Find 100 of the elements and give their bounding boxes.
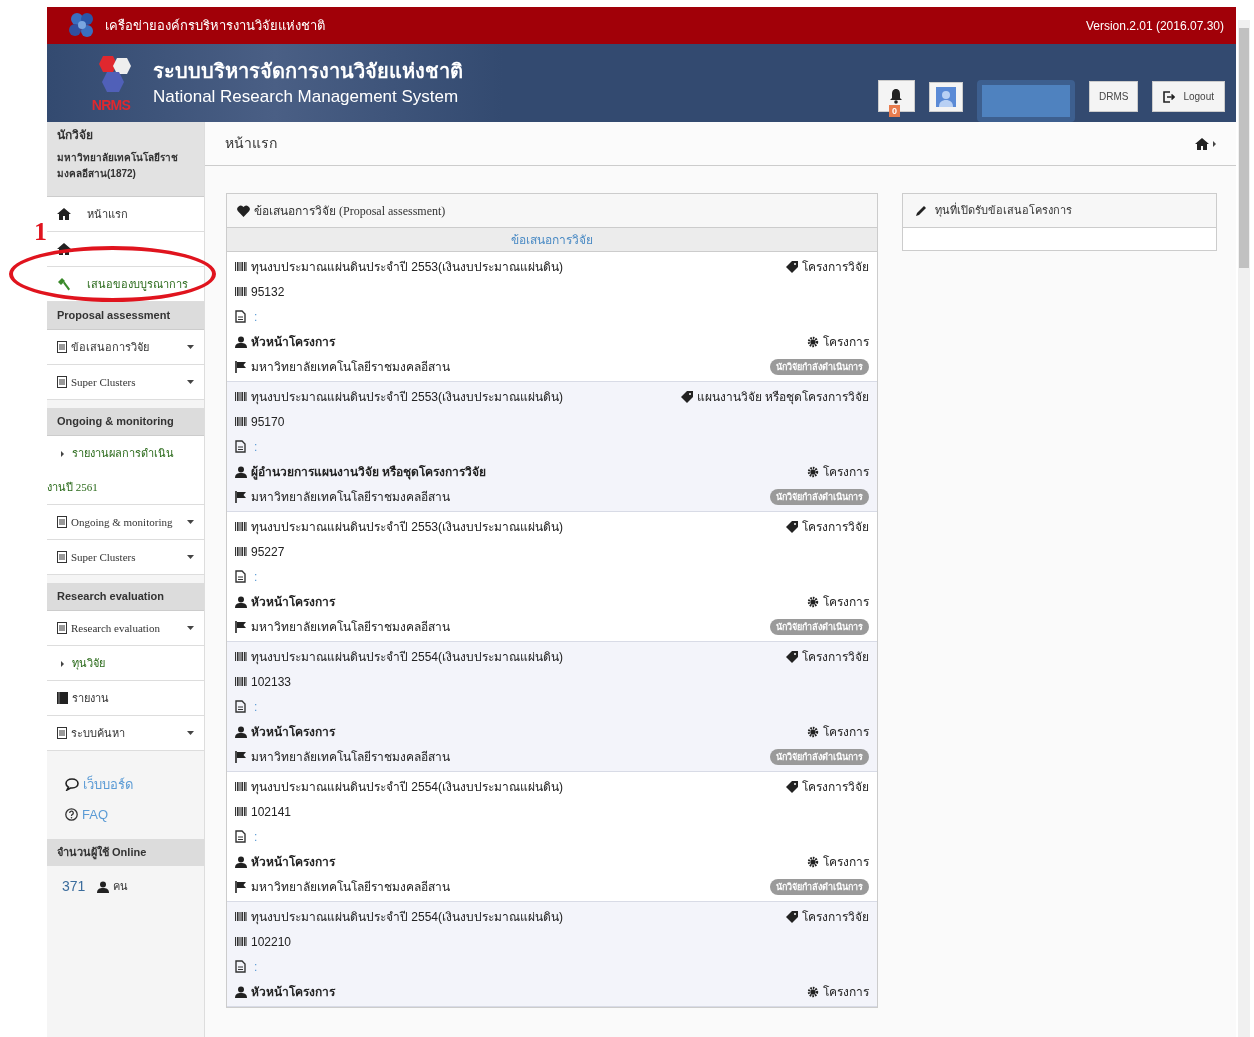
network-name: เครือข่ายองค์กรบริหารงานวิจัยแห่งชาติ	[105, 16, 325, 35]
barcode-icon	[235, 522, 247, 531]
card-subtitle: ข้อเสนอการวิจัย	[227, 228, 877, 252]
card-title: ข้อเสนอการวิจัย (Proposal assessment)	[254, 202, 446, 220]
breadcrumb-home-link[interactable]	[1195, 137, 1216, 150]
flag-icon	[235, 360, 247, 373]
bell-icon	[889, 88, 904, 104]
document-icon	[235, 830, 246, 843]
category-label: โครงการ	[823, 333, 869, 351]
sidebar-dropdown[interactable]: Super Clusters	[47, 540, 204, 575]
role-label: หัวหน้าโครงการ	[251, 853, 335, 871]
user-icon	[235, 465, 247, 478]
proposal-title: :	[254, 698, 258, 716]
drms-button[interactable]: DRMS	[1088, 81, 1139, 112]
sidebar-section-header: Ongoing & monitoring	[47, 408, 204, 436]
tag-icon	[786, 520, 798, 533]
logout-button[interactable]: Logout	[1152, 81, 1225, 112]
barcode-icon	[235, 912, 247, 921]
gear-icon	[807, 595, 819, 608]
proposal-row[interactable]: ทุนงบประมาณแผ่นดินประจำปี 2554(เงินงบประมาณแผ่นดิน) โครงการวิจัย 102133 : หัวหน้าโครงการ โครงการ มหาวิทยาลัยเทคโนโลยีราชมงคลอีสาน นักวิจัยกำลังดำเนินการ	[227, 642, 877, 772]
proposal-type: โครงการวิจัย	[802, 778, 869, 796]
organization-name: มหาวิทยาลัยเทคโนโลยีราชมงคลอีสาน	[251, 488, 450, 506]
caret-right-icon	[61, 451, 64, 458]
proposal-title: :	[254, 958, 258, 976]
status-badge: นักวิจัยกำลังดำเนินการ	[770, 358, 869, 375]
document-icon	[235, 310, 246, 323]
fund-name: ทุนงบประมาณแผ่นดินประจำปี 2553(เงินงบประมาณแผ่นดิน)	[251, 388, 564, 406]
barcode-icon	[235, 807, 247, 816]
organization-name: มหาวิทยาลัยเทคโนโลยีราชมงคลอีสาน	[251, 618, 450, 636]
profile-button[interactable]	[928, 82, 963, 112]
organization-name: มหาวิทยาลัยเทคโนโลยีราชมงคลอีสาน	[251, 358, 450, 376]
user-organization: มหาวิทยาลัยเทคโนโลยีราชมงคลอีสาน(1872)	[57, 151, 179, 181]
flag-icon	[235, 490, 247, 503]
proposal-code: 95227	[251, 543, 285, 561]
proposal-code: 95170	[251, 413, 285, 431]
gear-icon	[807, 985, 819, 998]
category-label: โครงการ	[823, 463, 869, 481]
sidebar-dropdown[interactable]: Research evaluation	[47, 611, 204, 646]
online-unit: คน	[113, 879, 129, 895]
sidebar-dropdown[interactable]: Super Clusters	[47, 365, 204, 400]
sidebar-section-header: Proposal assessment	[47, 302, 204, 330]
fund-name: ทุนงบประมาณแผ่นดินประจำปี 2553(เงินงบประมาณแผ่นดิน)	[251, 518, 564, 536]
sidebar-link[interactable]: รายงานผลการดำเนินงานปี 2561	[47, 436, 204, 504]
document-icon	[235, 440, 246, 453]
fund-name: ทุนงบประมาณแผ่นดินประจำปี 2553(เงินงบประมาณแผ่นดิน)	[251, 258, 564, 276]
proposal-type: โครงการวิจัย	[802, 908, 869, 926]
organization-name: มหาวิทยาลัยเทคโนโลยีราชมงคลอีสาน	[251, 878, 450, 896]
proposal-type: โครงการวิจัย	[802, 258, 869, 276]
proposal-title: :	[254, 438, 258, 456]
speech-bubble-icon	[65, 778, 79, 792]
sidebar-item[interactable]: รายงาน	[47, 681, 204, 716]
proposal-title: :	[254, 828, 258, 846]
tag-icon	[786, 260, 798, 273]
sidebar-item[interactable]: เสนอของบบูรณาการ	[47, 267, 204, 302]
role-label: หัวหน้าโครงการ	[251, 593, 335, 611]
list-icon	[57, 727, 67, 739]
notification-badge: 0	[888, 105, 900, 117]
proposal-title: :	[254, 568, 258, 586]
sidebar-item[interactable]	[47, 232, 204, 267]
hammer-icon	[57, 277, 71, 291]
fund-name: ทุนงบประมาณแผ่นดินประจำปี 2554(เงินงบประมาณแผ่นดิน)	[251, 908, 564, 926]
category-label: โครงการ	[823, 593, 869, 611]
sidebar-dropdown[interactable]: ระบบค้นหา	[47, 716, 204, 751]
sidebar-link[interactable]: ทุนวิจัย	[47, 646, 204, 680]
sidebar-dropdown[interactable]: ข้อเสนอการวิจัย	[47, 330, 204, 365]
sidebar-dropdown[interactable]: Ongoing & monitoring	[47, 505, 204, 540]
caret-right-icon	[1213, 140, 1216, 147]
proposal-code: 95132	[251, 283, 285, 301]
notification-button[interactable]	[877, 80, 915, 112]
user-icon	[235, 855, 247, 868]
tag-icon	[786, 780, 798, 793]
sidebar-item[interactable]: หน้าแรก	[47, 197, 204, 232]
status-badge: นักวิจัยกำลังดำเนินการ	[770, 488, 869, 505]
barcode-icon	[235, 782, 247, 791]
list-icon	[57, 376, 67, 388]
proposal-code: 102141	[251, 803, 292, 821]
pencil-icon	[915, 204, 927, 217]
proposal-row[interactable]: ทุนงบประมาณแผ่นดินประจำปี 2554(เงินงบประมาณแผ่นดิน) โครงการวิจัย 102210 : หัวหน้าโครงการ โครงการ	[227, 902, 877, 1007]
flag-icon	[235, 750, 247, 763]
home-icon	[57, 208, 71, 220]
document-icon	[235, 960, 246, 973]
barcode-icon	[235, 937, 247, 946]
home-icon	[57, 243, 71, 255]
barcode-icon	[235, 417, 247, 426]
caret-right-icon	[61, 661, 64, 668]
flag-icon	[235, 620, 247, 633]
status-badge: นักวิจัยกำลังดำเนินการ	[770, 618, 869, 635]
category-label: โครงการ	[823, 983, 869, 1001]
category-label: โครงการ	[823, 723, 869, 741]
flag-icon	[235, 880, 247, 893]
role-label: ผู้อำนวยการแผนงานวิจัย หรือชุดโครงการวิจัย	[251, 463, 487, 481]
user-role: นักวิจัย	[57, 127, 94, 144]
organization-name: มหาวิทยาลัยเทคโนโลยีราชมงคลอีสาน	[251, 748, 450, 766]
proposal-row[interactable]: ทุนงบประมาณแผ่นดินประจำปี 2553(เงินงบประมาณแผ่นดิน) แผนงานวิจัย หรือชุดโครงการวิจัย 95170 : ผู้อำนวยการแผนงานวิจัย หรือชุดโครงการวิจัย โครงการ มหาวิทยาลัยเทคโนโลยีราชมงคลอีสาน นักวิจัยกำลังดำเนินการ	[227, 382, 877, 512]
user-icon	[235, 595, 247, 608]
proposal-type: แผนงานวิจัย หรือชุดโครงการวิจัย	[696, 388, 869, 406]
role-label: หัวหน้าโครงการ	[251, 333, 335, 351]
barcode-icon	[235, 287, 247, 296]
system-title-thai: ระบบบริหารจัดการงานวิจัยแห่งชาติ	[153, 59, 463, 83]
book-icon	[57, 692, 68, 704]
